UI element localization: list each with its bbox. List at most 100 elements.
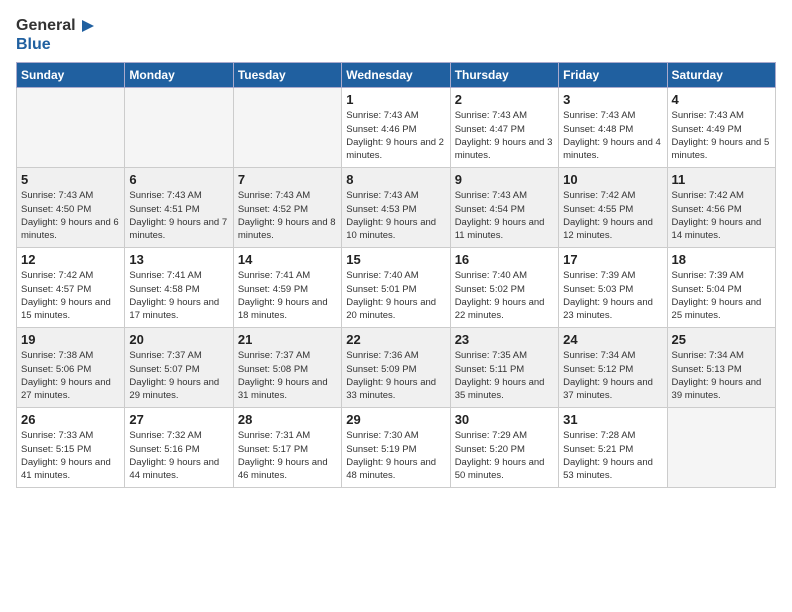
- day-number: 30: [455, 412, 554, 427]
- day-cell: 10 Sunrise: 7:42 AM Sunset: 4:55 PM Dayli…: [559, 168, 667, 248]
- day-info: Sunrise: 7:41 AM Sunset: 4:59 PM Dayligh…: [238, 269, 337, 322]
- day-cell: 6 Sunrise: 7:43 AM Sunset: 4:51 PM Daylig…: [125, 168, 233, 248]
- weekday-header-thursday: Thursday: [450, 63, 558, 88]
- day-cell: 17Sunrise: 7:39 AM Sunset: 5:03 PM Dayli…: [559, 248, 667, 328]
- day-cell: 29 Sunrise: 7:30 AM Sunset: 5:19 PM Dayli…: [342, 408, 450, 488]
- day-cell: [667, 408, 775, 488]
- day-info: Sunrise: 7:43 AM Sunset: 4:54 PM Dayligh…: [455, 189, 554, 242]
- day-info: Sunrise: 7:38 AM Sunset: 5:06 PM Dayligh…: [21, 349, 120, 402]
- day-info: Sunrise: 7:33 AM Sunset: 5:15 PM Dayligh…: [21, 429, 120, 482]
- day-cell: 12Sunrise: 7:42 AM Sunset: 4:57 PM Dayli…: [17, 248, 125, 328]
- logo-blue-text: Blue: [16, 35, 94, 54]
- day-cell: 3 Sunrise: 7:43 AM Sunset: 4:48 PM Daylig…: [559, 88, 667, 168]
- day-cell: 23 Sunrise: 7:35 AM Sunset: 5:11 PM Dayli…: [450, 328, 558, 408]
- day-cell: 22 Sunrise: 7:36 AM Sunset: 5:09 PM Dayli…: [342, 328, 450, 408]
- day-cell: 9 Sunrise: 7:43 AM Sunset: 4:54 PM Daylig…: [450, 168, 558, 248]
- week-row-5: 26 Sunrise: 7:33 AM Sunset: 5:15 PM Dayli…: [17, 408, 776, 488]
- day-info: Sunrise: 7:40 AM Sunset: 5:01 PM Dayligh…: [346, 269, 445, 322]
- day-cell: [233, 88, 341, 168]
- day-info: Sunrise: 7:43 AM Sunset: 4:51 PM Dayligh…: [129, 189, 228, 242]
- day-info: Sunrise: 7:35 AM Sunset: 5:11 PM Dayligh…: [455, 349, 554, 402]
- day-cell: 4 Sunrise: 7:43 AM Sunset: 4:49 PM Daylig…: [667, 88, 775, 168]
- day-info: Sunrise: 7:43 AM Sunset: 4:53 PM Dayligh…: [346, 189, 445, 242]
- day-number: 26: [21, 412, 120, 427]
- day-info: Sunrise: 7:42 AM Sunset: 4:55 PM Dayligh…: [563, 189, 662, 242]
- day-cell: [17, 88, 125, 168]
- day-number: 29: [346, 412, 445, 427]
- day-number: 12: [21, 252, 120, 267]
- day-number: 8: [346, 172, 445, 187]
- day-info: Sunrise: 7:39 AM Sunset: 5:04 PM Dayligh…: [672, 269, 771, 322]
- day-info: Sunrise: 7:43 AM Sunset: 4:46 PM Dayligh…: [346, 109, 445, 162]
- day-cell: 20 Sunrise: 7:37 AM Sunset: 5:07 PM Dayli…: [125, 328, 233, 408]
- week-row-1: 1 Sunrise: 7:43 AM Sunset: 4:46 PM Daylig…: [17, 88, 776, 168]
- day-number: 28: [238, 412, 337, 427]
- day-cell: 28 Sunrise: 7:31 AM Sunset: 5:17 PM Dayli…: [233, 408, 341, 488]
- day-number: 1: [346, 92, 445, 107]
- day-cell: 31Sunrise: 7:28 AM Sunset: 5:21 PM Dayli…: [559, 408, 667, 488]
- week-row-4: 19 Sunrise: 7:38 AM Sunset: 5:06 PM Dayli…: [17, 328, 776, 408]
- day-info: Sunrise: 7:37 AM Sunset: 5:07 PM Dayligh…: [129, 349, 228, 402]
- day-cell: [125, 88, 233, 168]
- day-number: 9: [455, 172, 554, 187]
- day-number: 16: [455, 252, 554, 267]
- day-info: Sunrise: 7:34 AM Sunset: 5:12 PM Dayligh…: [563, 349, 662, 402]
- day-number: 4: [672, 92, 771, 107]
- day-cell: 25Sunrise: 7:34 AM Sunset: 5:13 PM Dayli…: [667, 328, 775, 408]
- day-number: 23: [455, 332, 554, 347]
- day-cell: 14Sunrise: 7:41 AM Sunset: 4:59 PM Dayli…: [233, 248, 341, 328]
- calendar-table: SundayMondayTuesdayWednesdayThursdayFrid…: [16, 62, 776, 488]
- day-info: Sunrise: 7:36 AM Sunset: 5:09 PM Dayligh…: [346, 349, 445, 402]
- day-info: Sunrise: 7:43 AM Sunset: 4:52 PM Dayligh…: [238, 189, 337, 242]
- day-info: Sunrise: 7:43 AM Sunset: 4:48 PM Dayligh…: [563, 109, 662, 162]
- day-cell: 2 Sunrise: 7:43 AM Sunset: 4:47 PM Daylig…: [450, 88, 558, 168]
- day-info: Sunrise: 7:34 AM Sunset: 5:13 PM Dayligh…: [672, 349, 771, 402]
- day-info: Sunrise: 7:31 AM Sunset: 5:17 PM Dayligh…: [238, 429, 337, 482]
- day-info: Sunrise: 7:43 AM Sunset: 4:47 PM Dayligh…: [455, 109, 554, 162]
- day-cell: 8 Sunrise: 7:43 AM Sunset: 4:53 PM Daylig…: [342, 168, 450, 248]
- day-cell: 11 Sunrise: 7:42 AM Sunset: 4:56 PM Dayli…: [667, 168, 775, 248]
- day-number: 22: [346, 332, 445, 347]
- day-number: 18: [672, 252, 771, 267]
- day-info: Sunrise: 7:37 AM Sunset: 5:08 PM Dayligh…: [238, 349, 337, 402]
- week-row-2: 5 Sunrise: 7:43 AM Sunset: 4:50 PM Daylig…: [17, 168, 776, 248]
- day-cell: 19 Sunrise: 7:38 AM Sunset: 5:06 PM Dayli…: [17, 328, 125, 408]
- day-number: 5: [21, 172, 120, 187]
- logo-triangle-icon: [78, 18, 94, 34]
- weekday-header-row: SundayMondayTuesdayWednesdayThursdayFrid…: [17, 63, 776, 88]
- day-number: 21: [238, 332, 337, 347]
- day-info: Sunrise: 7:43 AM Sunset: 4:49 PM Dayligh…: [672, 109, 771, 162]
- day-info: Sunrise: 7:40 AM Sunset: 5:02 PM Dayligh…: [455, 269, 554, 322]
- header: General Blue: [16, 16, 776, 54]
- day-cell: 7 Sunrise: 7:43 AM Sunset: 4:52 PM Daylig…: [233, 168, 341, 248]
- day-number: 19: [21, 332, 120, 347]
- logo-general-text: General: [16, 16, 76, 35]
- day-number: 6: [129, 172, 228, 187]
- day-number: 3: [563, 92, 662, 107]
- day-info: Sunrise: 7:28 AM Sunset: 5:21 PM Dayligh…: [563, 429, 662, 482]
- day-cell: 26 Sunrise: 7:33 AM Sunset: 5:15 PM Dayli…: [17, 408, 125, 488]
- day-info: Sunrise: 7:32 AM Sunset: 5:16 PM Dayligh…: [129, 429, 228, 482]
- day-number: 15: [346, 252, 445, 267]
- day-info: Sunrise: 7:41 AM Sunset: 4:58 PM Dayligh…: [129, 269, 228, 322]
- day-number: 24: [563, 332, 662, 347]
- day-info: Sunrise: 7:39 AM Sunset: 5:03 PM Dayligh…: [563, 269, 662, 322]
- day-info: Sunrise: 7:42 AM Sunset: 4:56 PM Dayligh…: [672, 189, 771, 242]
- weekday-header-monday: Monday: [125, 63, 233, 88]
- weekday-header-friday: Friday: [559, 63, 667, 88]
- day-info: Sunrise: 7:43 AM Sunset: 4:50 PM Dayligh…: [21, 189, 120, 242]
- day-number: 10: [563, 172, 662, 187]
- day-cell: 15 Sunrise: 7:40 AM Sunset: 5:01 PM Dayli…: [342, 248, 450, 328]
- day-number: 7: [238, 172, 337, 187]
- day-number: 11: [672, 172, 771, 187]
- day-info: Sunrise: 7:30 AM Sunset: 5:19 PM Dayligh…: [346, 429, 445, 482]
- logo: General Blue: [16, 16, 94, 54]
- day-number: 2: [455, 92, 554, 107]
- weekday-header-sunday: Sunday: [17, 63, 125, 88]
- day-number: 13: [129, 252, 228, 267]
- day-cell: 30Sunrise: 7:29 AM Sunset: 5:20 PM Dayli…: [450, 408, 558, 488]
- day-cell: 16 Sunrise: 7:40 AM Sunset: 5:02 PM Dayli…: [450, 248, 558, 328]
- day-number: 20: [129, 332, 228, 347]
- day-cell: 1 Sunrise: 7:43 AM Sunset: 4:46 PM Daylig…: [342, 88, 450, 168]
- day-cell: 21 Sunrise: 7:37 AM Sunset: 5:08 PM Dayli…: [233, 328, 341, 408]
